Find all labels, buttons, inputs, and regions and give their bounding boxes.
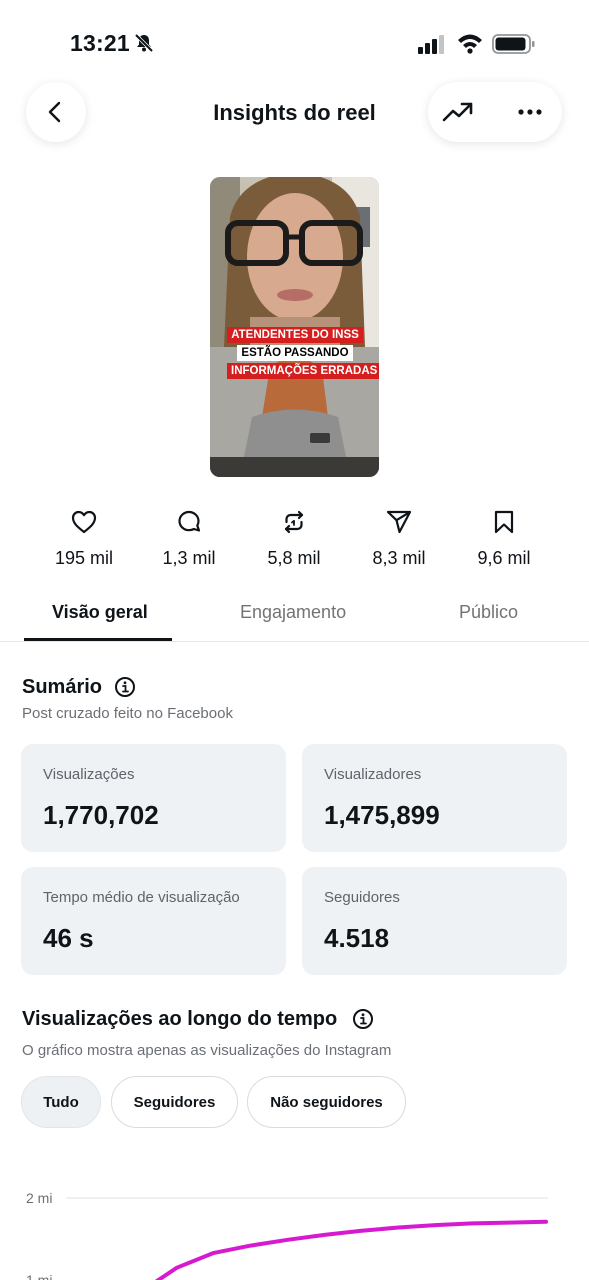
views-card: Visualizações 1,770,702 [21, 744, 286, 852]
thumbnail-top-frame [210, 177, 379, 347]
followers-label: Seguidores [324, 889, 400, 906]
comments-count: 1,3 mil [162, 548, 216, 568]
caption-line-1: ATENDENTES DO INSS [227, 327, 363, 343]
status-bar: 13:21 [0, 0, 589, 80]
bookmark-icon [494, 510, 514, 534]
y-tick-label-2mi: 2 mi [26, 1190, 52, 1206]
wifi-icon [458, 34, 482, 54]
thumbnail-caption: ATENDENTES DO INSS ESTÃO PASSANDO INFORM… [227, 325, 379, 379]
tab-audience[interactable]: Público [459, 602, 518, 623]
header: Insights do reel [0, 82, 589, 144]
repost-icon [284, 510, 304, 534]
filter-followers-chip[interactable]: Seguidores [111, 1076, 238, 1128]
y-tick-label-1mi: 1 mi [26, 1272, 52, 1280]
viewers-value: 1,475,899 [324, 800, 440, 830]
views-series-line [154, 1219, 548, 1280]
summary-info-icon[interactable] [114, 676, 136, 698]
cellular-signal-icon [418, 35, 444, 54]
likes-metric: 195 mil [34, 508, 134, 569]
reposts-count: 5,8 mil [267, 548, 321, 568]
caption-line-3: INFORMAÇÕES ERRADAS [227, 363, 379, 379]
followers-value: 4.518 [324, 923, 390, 953]
tab-overview[interactable]: Visão geral [52, 602, 148, 623]
reel-thumbnail[interactable]: ATENDENTES DO INSS ESTÃO PASSANDO INFORM… [210, 177, 379, 477]
more-horizontal-icon [518, 109, 542, 115]
comments-metric: 1,3 mil [139, 508, 239, 569]
filter-all-chip[interactable]: Tudo [21, 1076, 101, 1128]
battery-icon [492, 34, 535, 54]
views-over-time-info-icon[interactable] [352, 1008, 374, 1030]
avg-watch-time-value: 46 s [43, 923, 94, 953]
followers-card: Seguidores 4.518 [302, 867, 567, 975]
caption-line-2: ESTÃO PASSANDO [237, 345, 353, 361]
views-over-time-title: Visualizações ao longo do tempo [22, 1008, 338, 1030]
shares-metric: 8,3 mil [349, 508, 449, 569]
views-over-time-chart: 2 mi 1 mi [26, 1190, 548, 1280]
woman-with-glasses-image [210, 177, 379, 347]
summary-subtitle: Post cruzado feito no Facebook [22, 705, 233, 722]
trending-up-icon [442, 102, 473, 122]
reposts-metric: 5,8 mil [244, 508, 344, 569]
tab-engagement[interactable]: Engajamento [240, 602, 346, 623]
viewers-card: Visualizadores 1,475,899 [302, 744, 567, 852]
insights-tabs: Visão geral Engajamento Público [0, 596, 589, 642]
saves-metric: 9,6 mil [454, 508, 554, 569]
summary-title: Sumário [22, 676, 103, 698]
saves-count: 9,6 mil [477, 548, 531, 568]
likes-count: 195 mil [54, 548, 114, 568]
views-label: Visualizações [43, 766, 135, 783]
trend-button[interactable] [440, 94, 476, 130]
header-actions [428, 82, 562, 142]
status-time: 13:21 [70, 30, 130, 56]
views-value: 1,770,702 [43, 800, 159, 830]
filter-non-followers-chip[interactable]: Não seguidores [247, 1076, 406, 1128]
heart-icon [71, 510, 97, 534]
active-tab-indicator [24, 638, 172, 641]
share-icon [386, 510, 412, 534]
avg-watch-time-label: Tempo médio de visualização [43, 889, 240, 906]
avg-watch-time-card: Tempo médio de visualização 46 s [21, 867, 286, 975]
bell-muted-icon [134, 33, 154, 53]
more-options-button[interactable] [512, 94, 548, 130]
shares-count: 8,3 mil [372, 548, 426, 568]
views-over-time-subtitle: O gráfico mostra apenas as visualizações… [22, 1042, 392, 1059]
engagement-metrics: 195 mil 1,3 mil 5,8 mil 8,3 mil 9,6 mil [0, 508, 589, 578]
viewers-label: Visualizadores [324, 766, 422, 783]
comment-icon [178, 510, 201, 532]
